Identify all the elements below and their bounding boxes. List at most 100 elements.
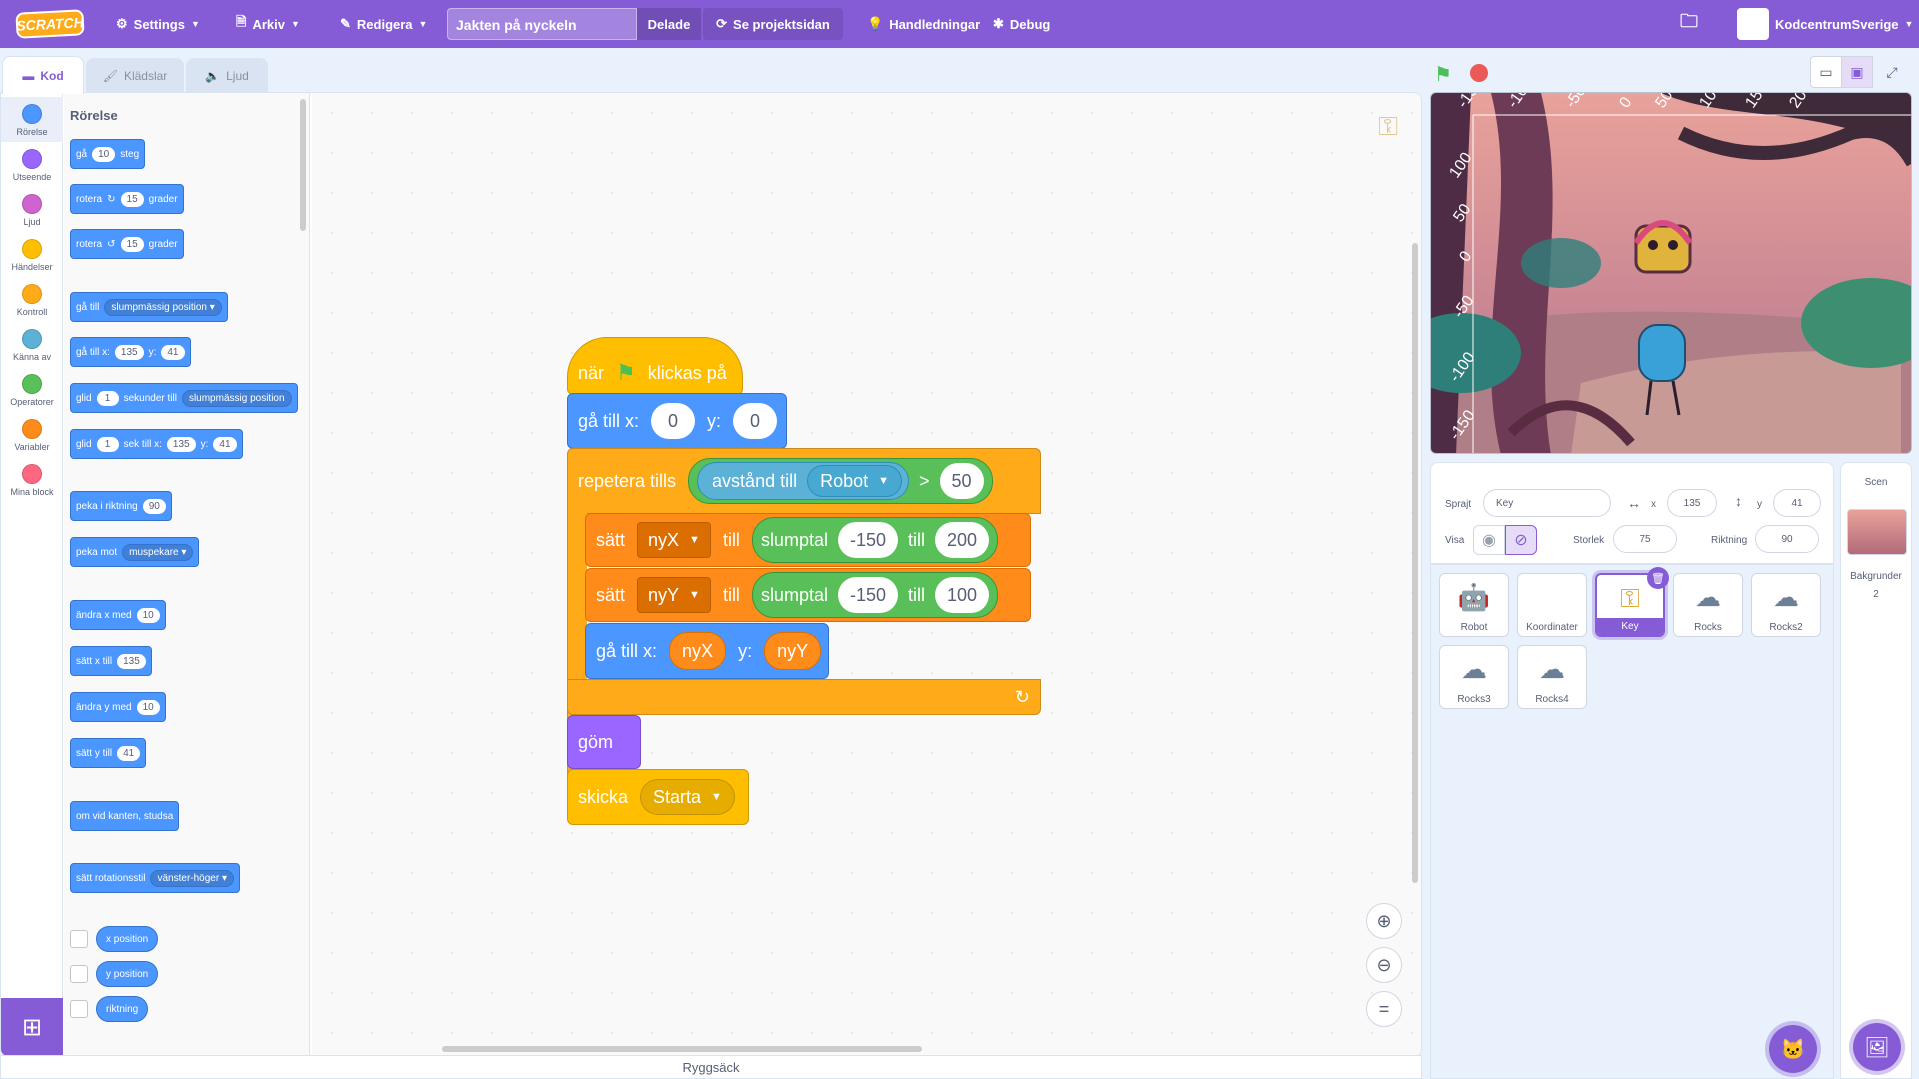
random-to-input[interactable]: 100 <box>935 577 990 613</box>
folder-icon[interactable]: 🗀 <box>1680 0 1698 48</box>
project-title-input[interactable]: Jakten på nyckeln <box>447 8 637 40</box>
category-variables[interactable]: Variabler <box>1 412 63 457</box>
hide-sprite-button[interactable]: ⊘ <box>1505 525 1537 555</box>
reporter-y-position[interactable]: y position <box>96 961 159 987</box>
block-input[interactable]: 135 <box>166 436 196 452</box>
block-turn-right[interactable]: rotera ↻ 15 grader <box>70 184 184 214</box>
block-input[interactable]: 41 <box>213 436 237 452</box>
block-input[interactable]: 15 <box>120 191 144 207</box>
block-goto[interactable]: gå till slumpmässig position ▾ <box>70 292 228 322</box>
block-goto-xy-vars[interactable]: gå till x: nyX y: nyY <box>585 623 829 679</box>
block-input[interactable]: 41 <box>117 745 141 761</box>
settings-menu[interactable]: ⚙ Settings ▼ <box>116 0 200 48</box>
sprite-tile-robot[interactable]: 🤖 Robot <box>1439 573 1509 637</box>
script-workspace[interactable]: ⚿ när ⚑ klickas på gå till x: 0 y: 0 rep… <box>312 93 1421 1056</box>
zoom-out-button[interactable]: ⊖ <box>1366 947 1402 983</box>
block-move-steps[interactable]: gå 10 steg <box>70 139 146 169</box>
category-motion[interactable]: Rörelse <box>1 97 63 142</box>
reporter-checkbox[interactable] <box>70 1000 88 1018</box>
block-set-variable[interactable]: sätt nyY ▼ till slumptal -150 till 100 <box>585 568 1031 622</box>
reporter-x-position[interactable]: x position <box>96 926 159 952</box>
block-input[interactable]: 90 <box>142 498 166 514</box>
normal-stage-button[interactable]: ▣ <box>1841 56 1873 88</box>
block-input[interactable]: 10 <box>136 607 160 623</box>
block-repeat-until[interactable]: repetera tills avstånd till Robot ▼ > 50 <box>567 448 1041 514</box>
palette-scrollbar[interactable] <box>300 99 306 231</box>
fullscreen-button[interactable]: ⤢ <box>1876 56 1908 88</box>
small-stage-button[interactable]: ▭ <box>1810 56 1842 88</box>
block-rotation-style[interactable]: sätt rotationsstil vänster-höger ▾ <box>70 863 240 893</box>
reporter-direction[interactable]: riktning <box>96 996 149 1022</box>
random-to-input[interactable]: 200 <box>935 522 990 558</box>
category-my-blocks[interactable]: Mina block <box>1 457 63 502</box>
zoom-reset-button[interactable]: = <box>1366 991 1402 1027</box>
sprite-tile-rocks2[interactable]: ☁ Rocks2 <box>1751 573 1821 637</box>
block-input[interactable]: 10 <box>92 146 116 162</box>
reporter-checkbox[interactable] <box>70 965 88 983</box>
tab-costumes[interactable]: 🖌 Klädslar <box>86 58 184 92</box>
distance-target-dropdown[interactable]: Robot ▼ <box>807 465 903 497</box>
share-button[interactable]: Delade <box>637 8 701 40</box>
variable-dropdown[interactable]: nyX ▼ <box>637 522 711 558</box>
block-set-y[interactable]: sätt y till 41 <box>70 738 147 768</box>
sprite-tile-rocks4[interactable]: ☁ Rocks4 <box>1517 645 1587 709</box>
sprite-tile-rocks3[interactable]: ☁ Rocks3 <box>1439 645 1509 709</box>
stop-button[interactable] <box>1470 64 1488 82</box>
reporter-checkbox[interactable] <box>70 930 88 948</box>
input-y[interactable]: 0 <box>733 403 778 439</box>
message-dropdown[interactable]: Starta ▼ <box>640 779 735 815</box>
block-dropdown[interactable]: muspekare ▾ <box>122 543 194 561</box>
block-set-variable[interactable]: sätt nyX ▼ till slumptal -150 till 200 <box>585 513 1031 567</box>
block-when-flag-clicked[interactable]: när ⚑ klickas på <box>567 337 743 395</box>
block-change-y[interactable]: ändra y med 10 <box>70 692 166 722</box>
block-input[interactable]: 10 <box>136 699 160 715</box>
stage-canvas[interactable]: -150 -100 -50 0 50 100 150 200 100 50 0 … <box>1430 92 1912 454</box>
block-hide[interactable]: göm <box>567 715 641 769</box>
sprite-name-input[interactable]: Key <box>1483 489 1611 517</box>
block-input[interactable]: 1 <box>96 436 119 452</box>
tab-code[interactable]: ▬ Kod <box>2 56 84 94</box>
show-sprite-button[interactable]: ◉ <box>1473 525 1505 555</box>
reporter-variable[interactable]: nyY <box>764 632 822 670</box>
random-from-input[interactable]: -150 <box>837 577 898 613</box>
block-turn-left[interactable]: rotera ↺ 15 grader <box>70 229 184 259</box>
edit-menu[interactable]: ✎ Redigera ▼ <box>340 0 427 48</box>
backpack-bar[interactable]: Ryggsäck <box>0 1055 1422 1079</box>
size-input[interactable]: 75 <box>1613 525 1677 553</box>
block-input[interactable]: 135 <box>114 344 144 360</box>
add-extension-button[interactable]: ⊞ <box>1 998 63 1056</box>
block-greater-than[interactable]: avstånd till Robot ▼ > 50 <box>688 458 993 504</box>
block-random[interactable]: slumptal -150 till 100 <box>751 572 999 618</box>
variable-dropdown[interactable]: nyY ▼ <box>637 577 711 613</box>
sprite-tile-key[interactable]: ⚿ Key 🗑 <box>1595 567 1669 637</box>
block-dropdown[interactable]: slumpmässig position ▾ <box>104 298 222 316</box>
block-input[interactable]: 41 <box>161 344 185 360</box>
category-events[interactable]: Händelser <box>1 232 63 277</box>
block-input[interactable]: 1 <box>96 390 119 406</box>
y-position-input[interactable]: 41 <box>1773 489 1821 517</box>
green-flag-button[interactable]: ⚑ <box>1434 62 1452 87</box>
workspace-vertical-scrollbar[interactable] <box>1412 243 1418 883</box>
random-from-input[interactable]: -150 <box>837 522 898 558</box>
x-position-input[interactable]: 135 <box>1667 489 1717 517</box>
block-set-x[interactable]: sätt x till 135 <box>70 646 152 676</box>
workspace-horizontal-scrollbar[interactable] <box>442 1046 922 1052</box>
zoom-in-button[interactable]: ⊕ <box>1366 903 1402 939</box>
compare-input[interactable]: 50 <box>939 463 984 499</box>
add-sprite-button[interactable]: 🐱 <box>1769 1025 1817 1073</box>
block-random[interactable]: slumptal -150 till 200 <box>751 517 999 563</box>
reporter-variable[interactable]: nyX <box>669 632 727 670</box>
delete-sprite-button[interactable]: 🗑 <box>1647 567 1669 589</box>
file-menu[interactable]: 🗎 Arkiv ▼ <box>236 0 300 48</box>
category-control[interactable]: Kontroll <box>1 277 63 322</box>
block-bounce[interactable]: om vid kanten, studsa <box>70 801 180 831</box>
block-broadcast[interactable]: skicka Starta ▼ <box>567 769 749 825</box>
category-looks[interactable]: Utseende <box>1 142 63 187</box>
see-project-button[interactable]: ⟳ Se projektsidan <box>703 8 843 40</box>
debug-menu[interactable]: ✱ Debug <box>993 0 1050 48</box>
block-change-x[interactable]: ändra x med 10 <box>70 600 166 630</box>
block-goto-xy[interactable]: gå till x: 0 y: 0 <box>567 393 787 449</box>
input-x[interactable]: 0 <box>651 403 696 439</box>
sprite-tile-rocks[interactable]: ☁ Rocks <box>1673 573 1743 637</box>
block-dropdown[interactable]: vänster-höger ▾ <box>150 869 234 887</box>
